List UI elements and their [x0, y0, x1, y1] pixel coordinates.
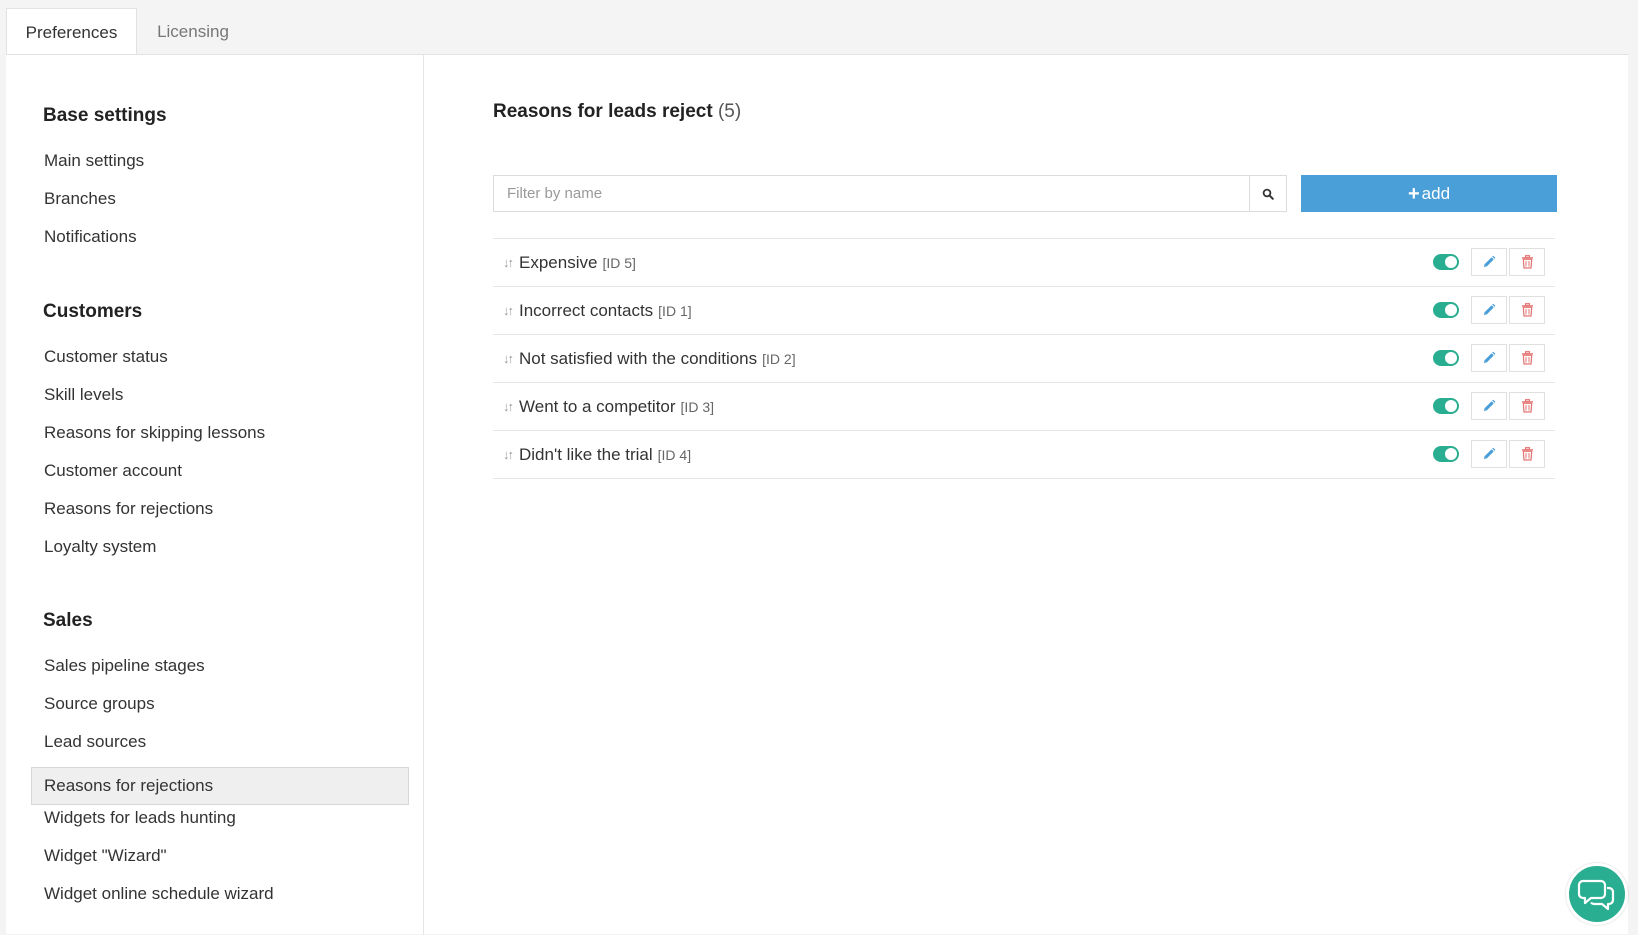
tab-preferences[interactable]: Preferences	[6, 8, 137, 55]
chat-bubbles-icon	[1577, 879, 1615, 911]
sort-arrows-icon[interactable]: ↓↑	[493, 255, 519, 270]
reason-id: [ID 1]	[658, 302, 692, 319]
preferences-panel: Base settings Main settings Branches Not…	[6, 54, 1628, 935]
section-title-base-settings: Base settings	[43, 105, 167, 126]
sort-arrows-icon[interactable]: ↓↑	[493, 447, 519, 462]
reason-row: ↓↑ Didn't like the trial [ID 4]	[493, 431, 1555, 479]
sidebar-item-customer-status[interactable]: Customer status	[31, 338, 409, 376]
reason-row: ↓↑ Went to a competitor [ID 3]	[493, 383, 1555, 431]
trash-icon	[1521, 447, 1533, 461]
reason-row: ↓↑ Expensive [ID 5]	[493, 239, 1555, 287]
reason-name: Incorrect contacts	[519, 300, 654, 320]
reason-name: Went to a competitor	[519, 396, 676, 416]
row-actions	[1433, 392, 1545, 420]
search-button[interactable]	[1249, 175, 1287, 212]
toggle-knob	[1445, 256, 1457, 268]
section-title-sales: Sales	[43, 610, 93, 631]
edit-button[interactable]	[1471, 440, 1507, 468]
sidebar-item-customer-reasons-rejections[interactable]: Reasons for rejections	[31, 490, 409, 528]
reason-id: [ID 2]	[762, 350, 796, 367]
trash-icon	[1521, 351, 1533, 365]
trash-icon	[1521, 399, 1533, 413]
reason-id: [ID 3]	[680, 398, 715, 415]
reason-name: Not satisfied with the conditions	[519, 348, 758, 368]
delete-button[interactable]	[1509, 344, 1545, 372]
sort-arrows-icon[interactable]: ↓↑	[493, 303, 519, 318]
sort-arrows-icon[interactable]: ↓↑	[493, 351, 519, 366]
tab-bar: Preferences Licensing	[0, 0, 1638, 55]
row-actions	[1433, 344, 1545, 372]
sidebar: Base settings Main settings Branches Not…	[6, 55, 424, 935]
filter-by-name-input[interactable]	[493, 175, 1249, 212]
pencil-icon	[1484, 351, 1496, 363]
edit-button[interactable]	[1471, 344, 1507, 372]
tab-licensing[interactable]: Licensing	[140, 8, 246, 55]
trash-icon	[1521, 255, 1533, 269]
row-actions	[1433, 296, 1545, 324]
reasons-list: ↓↑ Expensive [ID 5] ↓↑ Incorrect contacts [ID…	[493, 238, 1555, 479]
reason-id: [ID 5]	[602, 254, 636, 271]
edit-button[interactable]	[1471, 392, 1507, 420]
pencil-icon	[1484, 255, 1496, 267]
enabled-toggle[interactable]	[1433, 446, 1459, 462]
enabled-toggle[interactable]	[1433, 350, 1459, 366]
sidebar-item-notifications[interactable]: Notifications	[31, 218, 409, 256]
page-title-text: Reasons for leads reject	[493, 101, 713, 122]
page-title: Reasons for leads reject (5)	[493, 101, 741, 123]
section-title-customers: Customers	[43, 301, 143, 322]
sort-arrows-icon[interactable]: ↓↑	[493, 399, 519, 414]
add-button-label: add	[1421, 183, 1451, 203]
pencil-icon	[1484, 303, 1496, 315]
reason-row: ↓↑ Not satisfied with the conditions [ID 2…	[493, 335, 1555, 383]
main-content: Reasons for leads reject (5) + add ↓↑Exp…	[424, 55, 1628, 935]
toggle-knob	[1445, 352, 1457, 364]
add-button[interactable]: + add	[1301, 175, 1557, 212]
sidebar-item-sales-pipeline-stages[interactable]: Sales pipeline stages	[31, 647, 409, 685]
reason-id: [ID 4]	[657, 446, 692, 463]
sidebar-item-skill-levels[interactable]: Skill levels	[31, 376, 409, 414]
sidebar-item-reasons-skipping-lessons[interactable]: Reasons for skipping lessons	[31, 414, 409, 452]
plus-icon: +	[1407, 182, 1420, 205]
delete-button[interactable]	[1509, 440, 1545, 468]
sidebar-item-main-settings[interactable]: Main settings	[31, 142, 409, 180]
toggle-knob	[1445, 304, 1457, 316]
enabled-toggle[interactable]	[1433, 302, 1459, 318]
sidebar-item-widgets-leads-hunting[interactable]: Widgets for leads hunting	[31, 799, 409, 837]
delete-button[interactable]	[1509, 296, 1545, 324]
chat-button[interactable]	[1566, 863, 1628, 925]
delete-button[interactable]	[1509, 248, 1545, 276]
trash-icon	[1521, 303, 1533, 317]
sidebar-item-branches[interactable]: Branches	[31, 180, 409, 218]
sidebar-item-customer-account[interactable]: Customer account	[31, 452, 409, 490]
reasons-count: (5)	[717, 101, 742, 122]
sidebar-item-loyalty-system[interactable]: Loyalty system	[31, 528, 409, 566]
toggle-knob	[1445, 400, 1457, 412]
delete-button[interactable]	[1509, 392, 1545, 420]
pencil-icon	[1484, 399, 1496, 411]
row-actions	[1433, 248, 1545, 276]
sidebar-item-lead-sources[interactable]: Lead sources	[31, 723, 409, 761]
row-actions	[1433, 440, 1545, 468]
search-icon	[1262, 188, 1274, 200]
edit-button[interactable]	[1471, 296, 1507, 324]
sidebar-item-source-groups[interactable]: Source groups	[31, 685, 409, 723]
enabled-toggle[interactable]	[1433, 398, 1459, 414]
reason-name: Didn't like the trial	[519, 444, 653, 464]
reason-name: Expensive	[519, 252, 598, 272]
reason-row: ↓↑ Incorrect contacts [ID 1]	[493, 287, 1555, 335]
pencil-icon	[1484, 447, 1496, 459]
toggle-knob	[1445, 448, 1457, 460]
sidebar-item-widget-online-schedule-wizard[interactable]: Widget online schedule wizard	[31, 875, 409, 913]
sidebar-item-widget-wizard[interactable]: Widget "Wizard"	[31, 837, 409, 875]
enabled-toggle[interactable]	[1433, 254, 1459, 270]
edit-button[interactable]	[1471, 248, 1507, 276]
